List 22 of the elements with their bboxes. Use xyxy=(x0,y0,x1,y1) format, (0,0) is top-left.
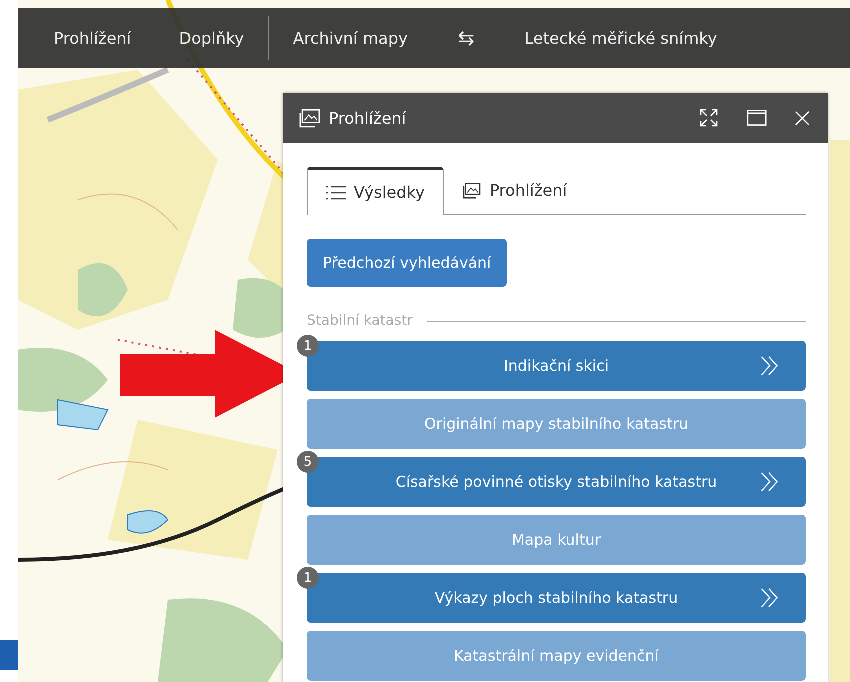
double-chevron-icon xyxy=(760,588,780,608)
images-icon xyxy=(299,108,321,128)
toolbar-item[interactable]: Doplňky xyxy=(155,28,268,48)
toolbar-item[interactable]: Prohlížení xyxy=(30,28,156,48)
double-chevron-icon xyxy=(760,356,780,376)
previous-search-button[interactable]: Předchozí vyhledávání xyxy=(307,239,508,287)
swap-button[interactable]: ⇆ xyxy=(432,26,501,50)
images-icon xyxy=(462,182,482,198)
page-edge-bar xyxy=(0,640,18,670)
tab[interactable]: Výsledky xyxy=(307,167,444,215)
maximize-icon[interactable] xyxy=(747,108,767,128)
close-icon[interactable] xyxy=(795,110,810,126)
toolbar-item[interactable]: Letecké měřické snímky xyxy=(500,28,742,48)
list-icon xyxy=(326,184,346,200)
section-heading: Stabilní katastr xyxy=(307,313,413,329)
panel-title: Prohlížení xyxy=(329,108,406,128)
toolbar-item[interactable]: Archivní mapy xyxy=(269,28,432,48)
count-badge: 1 xyxy=(297,335,319,357)
expand-icon[interactable] xyxy=(699,108,719,128)
double-chevron-icon xyxy=(760,472,780,492)
count-badge: 1 xyxy=(297,567,319,589)
count-badge: 5 xyxy=(297,451,319,473)
